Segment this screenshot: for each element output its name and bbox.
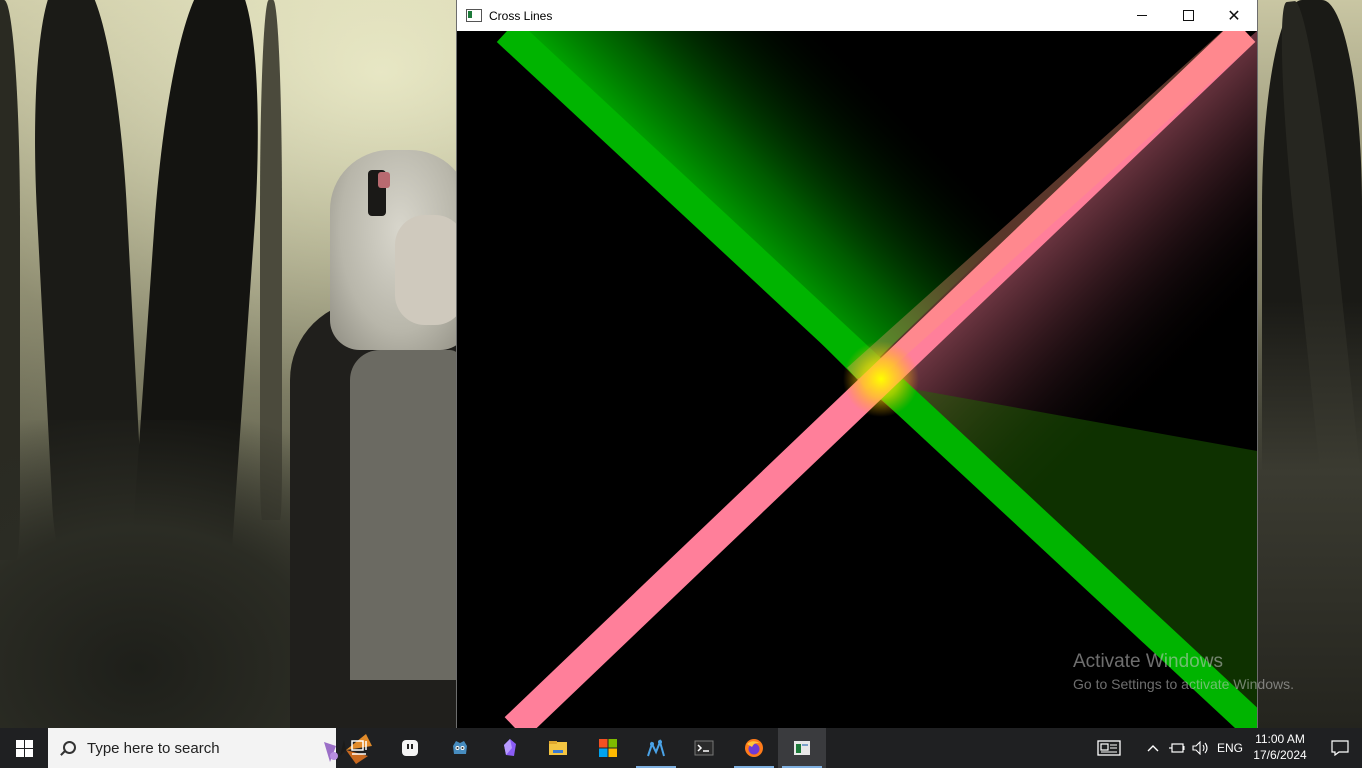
language-indicator[interactable]: ENG — [1216, 728, 1244, 768]
search-icon — [60, 741, 76, 756]
search-placeholder: Type here to search — [87, 739, 220, 757]
chevron-up-icon — [1147, 745, 1159, 752]
maximize-button[interactable] — [1165, 0, 1211, 31]
clock[interactable]: 11:00 AM 17/6/2024 — [1245, 728, 1315, 768]
cross-lines-drawing — [496, 31, 1257, 728]
godot-icon — [453, 741, 467, 754]
firefox-icon — [745, 739, 763, 757]
taskbar-store[interactable] — [584, 728, 632, 768]
task-view-icon — [351, 740, 367, 755]
battery-button[interactable] — [1168, 728, 1186, 768]
store-icon — [599, 739, 617, 757]
taskbar-file-explorer[interactable] — [534, 728, 582, 768]
taskbar-cross-lines[interactable] — [778, 728, 826, 768]
title-bar[interactable]: Cross Lines ✕ — [457, 0, 1257, 31]
clock-time: 11:00 AM — [1255, 732, 1305, 746]
windows-logo-icon — [15, 739, 33, 757]
news-icon — [1097, 740, 1121, 756]
volume-button[interactable] — [1190, 728, 1212, 768]
taskbar: Type here to search ENG 11:00 AM 17/6/20… — [0, 728, 1362, 768]
window-app-icon — [794, 741, 810, 755]
wallpaper-character-clip — [378, 172, 390, 188]
app-tree-icon — [647, 738, 665, 757]
obsidian-icon — [504, 739, 516, 756]
watermark-subtitle: Go to Settings to activate Windows. — [1073, 676, 1294, 692]
window-app-icon — [466, 9, 482, 22]
taskbar-godot[interactable] — [436, 728, 484, 768]
activation-watermark: Activate Windows Go to Settings to activ… — [1073, 651, 1294, 692]
speaker-icon — [1192, 741, 1208, 755]
taskbar-app-2[interactable] — [386, 728, 434, 768]
start-button[interactable] — [0, 728, 48, 768]
window-title: Cross Lines — [489, 8, 553, 23]
chat-bubble-icon — [402, 740, 418, 756]
taskbar-app-tree[interactable] — [632, 728, 680, 768]
clock-date: 17/6/2024 — [1253, 748, 1307, 762]
close-icon: ✕ — [1227, 5, 1241, 25]
cross-lines-window[interactable]: Cross Lines ✕ — [457, 0, 1257, 728]
news-widget-button[interactable] — [1094, 728, 1124, 768]
minimize-button[interactable] — [1119, 0, 1165, 31]
task-view-button[interactable] — [336, 728, 384, 768]
close-button[interactable]: ✕ — [1211, 0, 1257, 31]
maximize-icon — [1182, 10, 1194, 21]
terminal-icon — [694, 740, 714, 756]
minimize-icon — [1137, 15, 1147, 16]
taskbar-search-box[interactable]: Type here to search — [48, 728, 372, 768]
taskbar-firefox[interactable] — [730, 728, 778, 768]
wallpaper-character-face — [395, 215, 465, 325]
folder-icon — [549, 741, 567, 755]
battery-plug-icon — [1169, 743, 1185, 753]
show-hidden-icons-button[interactable] — [1144, 728, 1162, 768]
taskbar-obsidian[interactable] — [486, 728, 534, 768]
wallpaper-character-shirt — [350, 350, 460, 680]
notification-icon — [1331, 740, 1349, 756]
action-center-button[interactable] — [1318, 728, 1362, 768]
intersection-glow — [843, 341, 919, 417]
taskbar-terminal[interactable] — [680, 728, 728, 768]
drawing-canvas[interactable] — [457, 31, 1257, 728]
watermark-title: Activate Windows — [1073, 651, 1223, 672]
